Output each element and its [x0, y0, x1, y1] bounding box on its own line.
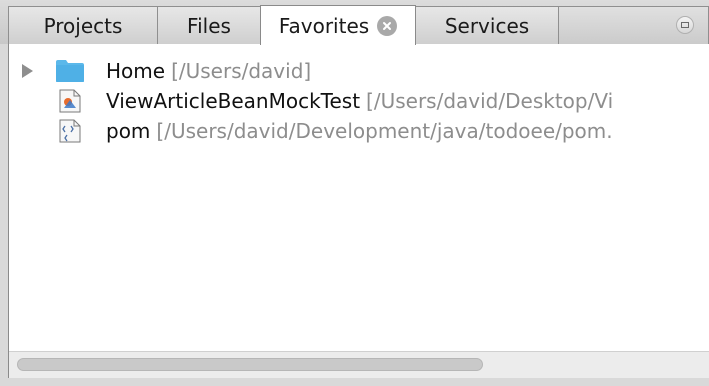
- tree-item-pom: pom [/Users/david/Development/java/todoee…: [106, 119, 613, 143]
- minimize-icon: [681, 22, 689, 28]
- tree-item-name: ViewArticleBeanMockTest: [106, 89, 361, 113]
- scrollbar-thumb[interactable]: [17, 358, 483, 371]
- tab-bar: Projects Files Favorites Services: [0, 0, 709, 45]
- tab-files-label: Files: [187, 13, 231, 38]
- tab-projects-label: Projects: [43, 13, 123, 38]
- minimize-window-button[interactable]: [676, 16, 694, 34]
- tree-item-path: [/Users/david/Desktop/Vi: [366, 89, 614, 113]
- horizontal-scrollbar[interactable]: [9, 351, 709, 378]
- tree-row-home[interactable]: Home [/Users/david]: [9, 56, 709, 86]
- xml-file-icon: [59, 119, 81, 143]
- tab-favorites-label: Favorites: [278, 13, 370, 38]
- close-icon: [383, 21, 392, 30]
- tree-item-name: pom: [106, 119, 151, 143]
- tab-projects[interactable]: Projects: [8, 6, 158, 44]
- folder-icon: [56, 60, 84, 82]
- tree-row-pom[interactable]: pom [/Users/david/Development/java/todoee…: [9, 116, 709, 146]
- tab-favorites[interactable]: Favorites: [260, 5, 416, 45]
- tree-item-name: Home: [106, 59, 166, 83]
- tree-item-viewarticlebeanmocktest: ViewArticleBeanMockTest [/Users/david/Des…: [106, 89, 613, 113]
- tab-services-label: Services: [444, 13, 530, 38]
- java-test-file-icon: [59, 89, 81, 113]
- close-tab-icon[interactable]: [377, 15, 398, 36]
- expand-arrow-icon[interactable]: [22, 64, 33, 78]
- tab-services[interactable]: Services: [415, 6, 559, 44]
- tree-row-viewarticlebeanmocktest[interactable]: ViewArticleBeanMockTest [/Users/david/Des…: [9, 86, 709, 116]
- tree-item-path: [/Users/david]: [171, 59, 312, 83]
- tab-files[interactable]: Files: [157, 6, 261, 44]
- tree-item-home: Home [/Users/david]: [106, 59, 311, 83]
- favorites-panel: Home [/Users/david] ViewArticleBeanMockTe…: [8, 44, 709, 378]
- tab-bar-filler: [558, 6, 709, 44]
- tree-item-path: [/Users/david/Development/java/todoee/po…: [156, 119, 613, 143]
